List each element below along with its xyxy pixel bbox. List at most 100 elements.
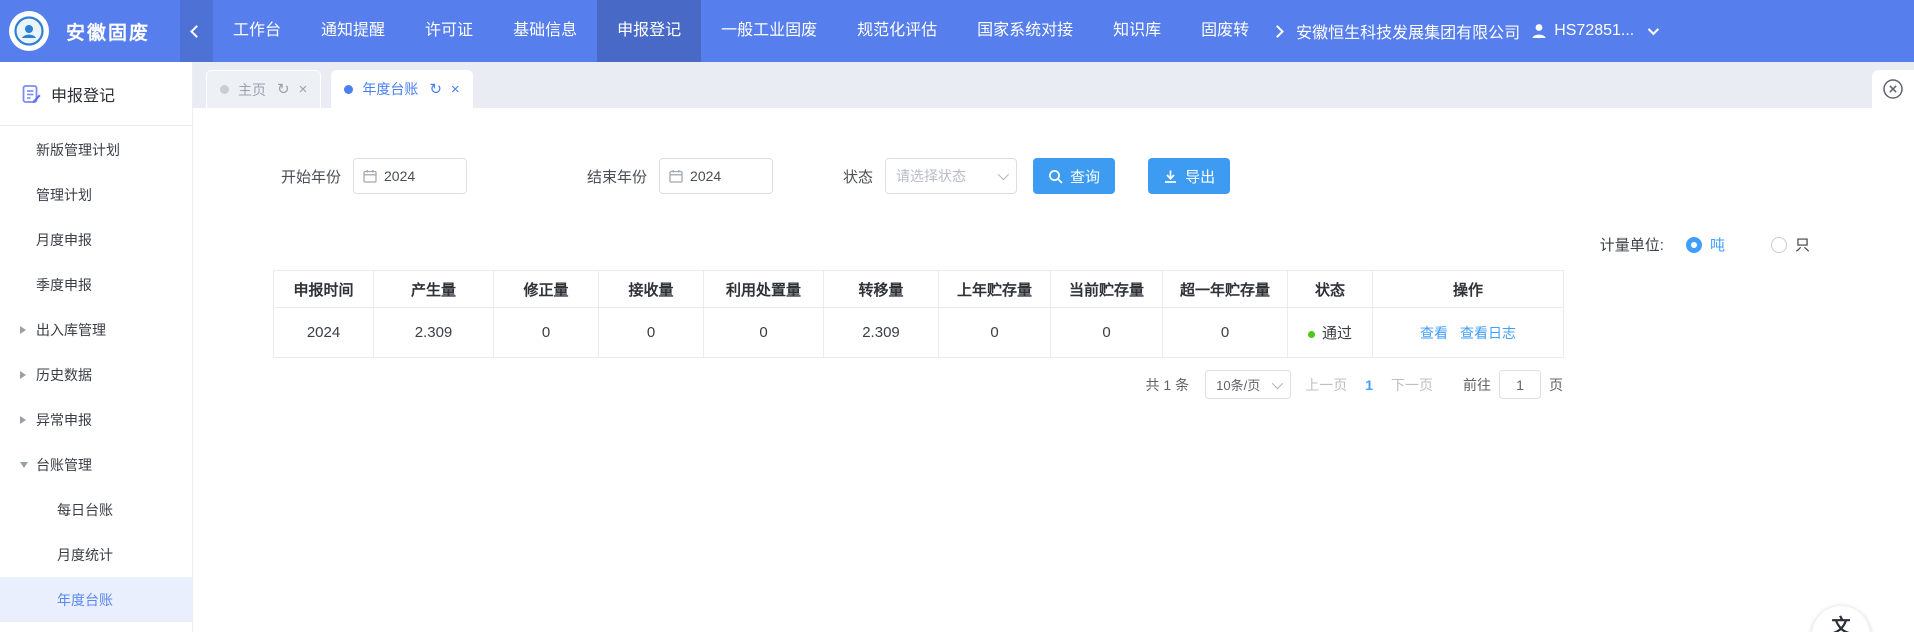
current-page[interactable]: 1 [1365,377,1373,393]
export-button[interactable]: 导出 [1148,158,1230,194]
calendar-icon [363,169,377,183]
table-cell: 2024 [274,308,374,358]
emblem-icon [12,14,46,48]
next-page-button[interactable]: 下一页 [1391,375,1433,395]
status-label: 通过 [1322,325,1352,342]
ledger-table-wrap: 申报时间产生量修正量接收量利用处置量转移量上年贮存量当前贮存量超一年贮存量状态操… [273,270,1563,358]
arrow-collapsed-icon[interactable] [20,416,26,424]
column-header: 产生量 [374,271,494,308]
sidebar-item[interactable]: 新版管理计划 [0,127,192,172]
tab-status-dot [344,85,353,94]
status-select[interactable]: 请选择状态 [885,158,1017,194]
sidebar-item-label: 年度台账 [57,590,113,610]
table-cell: 2.309 [824,308,939,358]
refresh-icon[interactable]: ↻ [277,82,290,97]
nav-item-工作台[interactable]: 工作台 [213,0,301,62]
sidebar-item-label: 月度申报 [36,230,92,250]
tab-label: 主页 [238,80,266,100]
sidebar-item-label: 季度申报 [36,275,92,295]
unit-option-吨[interactable]: 吨 [1686,234,1725,255]
sidebar: 申报登记 新版管理计划管理计划月度申报季度申报出入库管理历史数据异常申报台账管理… [0,62,193,632]
actions-cell: 查看查看日志 [1373,308,1564,358]
company-name: 安徽恒生科技发展集团有限公司 [1296,19,1520,43]
tab-status-dot [220,85,229,94]
sidebar-item[interactable]: 管理计划 [0,172,192,217]
start-year-input[interactable] [353,158,467,194]
filter-form: 开始年份 结束年份 状态 请选择状态 [281,158,1914,194]
nav-scroll-right-button[interactable] [1269,0,1288,62]
status-select-placeholder: 请选择状态 [896,166,966,186]
refresh-icon[interactable]: ↻ [429,82,442,97]
prev-page-button[interactable]: 上一页 [1305,375,1347,395]
table-cell: 0 [599,308,704,358]
table-cell: 2.309 [374,308,494,358]
total-count: 共 1 条 [1146,375,1190,395]
radio-unchecked-icon[interactable] [1771,237,1787,253]
circle-close-icon [1882,78,1904,100]
form-document-icon [21,84,41,104]
tab-主页[interactable]: 主页 ↻ × [206,70,321,108]
column-header: 操作 [1373,271,1564,308]
nav-item-基础信息[interactable]: 基础信息 [493,0,597,62]
chevron-down-icon [1648,24,1659,35]
sidebar-item[interactable]: 台账管理 [0,442,192,487]
end-year-input[interactable] [659,158,773,194]
page-size-select[interactable]: 10条/页 [1205,370,1291,399]
unit-radio-group: 计量单位: 吨只 [1600,234,1810,255]
radio-checked-icon[interactable] [1686,237,1702,253]
search-icon [1048,169,1063,184]
user-menu[interactable]: HS72851... [1530,22,1656,40]
close-all-tabs-button[interactable] [1872,70,1914,108]
status-dot-icon [1308,331,1315,338]
sidebar-header: 申报登记 [0,62,192,126]
close-icon[interactable]: × [299,82,308,97]
app-logo [9,11,49,51]
tab-label: 年度台账 [362,79,418,99]
status-cell: 通过 [1288,308,1373,358]
nav-item-国家系统对接[interactable]: 国家系统对接 [957,0,1093,62]
app-title: 安徽固废 [66,18,150,45]
nav-item-通知提醒[interactable]: 通知提醒 [301,0,405,62]
sidebar-item[interactable]: 月度申报 [0,217,192,262]
nav-item-知识库[interactable]: 知识库 [1093,0,1181,62]
nav-item-一般工业固废[interactable]: 一般工业固废 [701,0,837,62]
arrow-collapsed-icon[interactable] [20,371,26,379]
arrow-expanded-icon[interactable] [20,462,28,468]
sidebar-item-label: 出入库管理 [36,320,106,340]
table-cell: 0 [939,308,1051,358]
sidebar-item-label: 管理计划 [36,185,92,205]
chevron-down-icon [998,169,1009,180]
sidebar-item[interactable]: 出入库管理 [0,307,192,352]
tab-年度台账[interactable]: 年度台账 ↻ × [331,70,472,108]
end-year-label: 结束年份 [587,166,647,187]
sidebar-item-label: 每日台账 [57,500,113,520]
user-name: HS72851... [1554,22,1634,40]
sidebar-item[interactable]: 季度申报 [0,262,192,307]
action-link-查看[interactable]: 查看 [1420,325,1448,341]
unit-option-label: 吨 [1710,234,1725,255]
table-row: 20242.3090002.309000通过查看查看日志 [274,308,1564,358]
nav-item-固废转[interactable]: 固废转 [1181,0,1269,62]
table-cell: 0 [1163,308,1288,358]
page-size-value: 10条/页 [1216,375,1260,394]
sidebar-item[interactable]: 年度台账 [0,577,192,622]
search-button[interactable]: 查询 [1033,158,1115,194]
pagination: 共 1 条 10条/页 上一页 1 下一页 前往 页 [273,370,1563,399]
end-year-value[interactable] [690,168,762,184]
translate-icon: 文 [1831,611,1850,632]
sidebar-item-label: 月度统计 [57,545,113,565]
start-year-value[interactable] [384,168,456,184]
nav-item-规范化评估[interactable]: 规范化评估 [837,0,957,62]
sidebar-item[interactable]: 月度统计 [0,532,192,577]
goto-page-input[interactable] [1499,370,1541,399]
action-link-查看日志[interactable]: 查看日志 [1460,325,1516,341]
nav-item-许可证[interactable]: 许可证 [405,0,493,62]
unit-option-只[interactable]: 只 [1771,234,1810,255]
close-icon[interactable]: × [451,82,460,97]
sidebar-item[interactable]: 异常申报 [0,397,192,442]
sidebar-item[interactable]: 每日台账 [0,487,192,532]
nav-item-申报登记[interactable]: 申报登记 [597,0,701,62]
nav-scroll-left-button[interactable] [180,0,213,62]
arrow-collapsed-icon[interactable] [20,326,26,334]
sidebar-item[interactable]: 历史数据 [0,352,192,397]
